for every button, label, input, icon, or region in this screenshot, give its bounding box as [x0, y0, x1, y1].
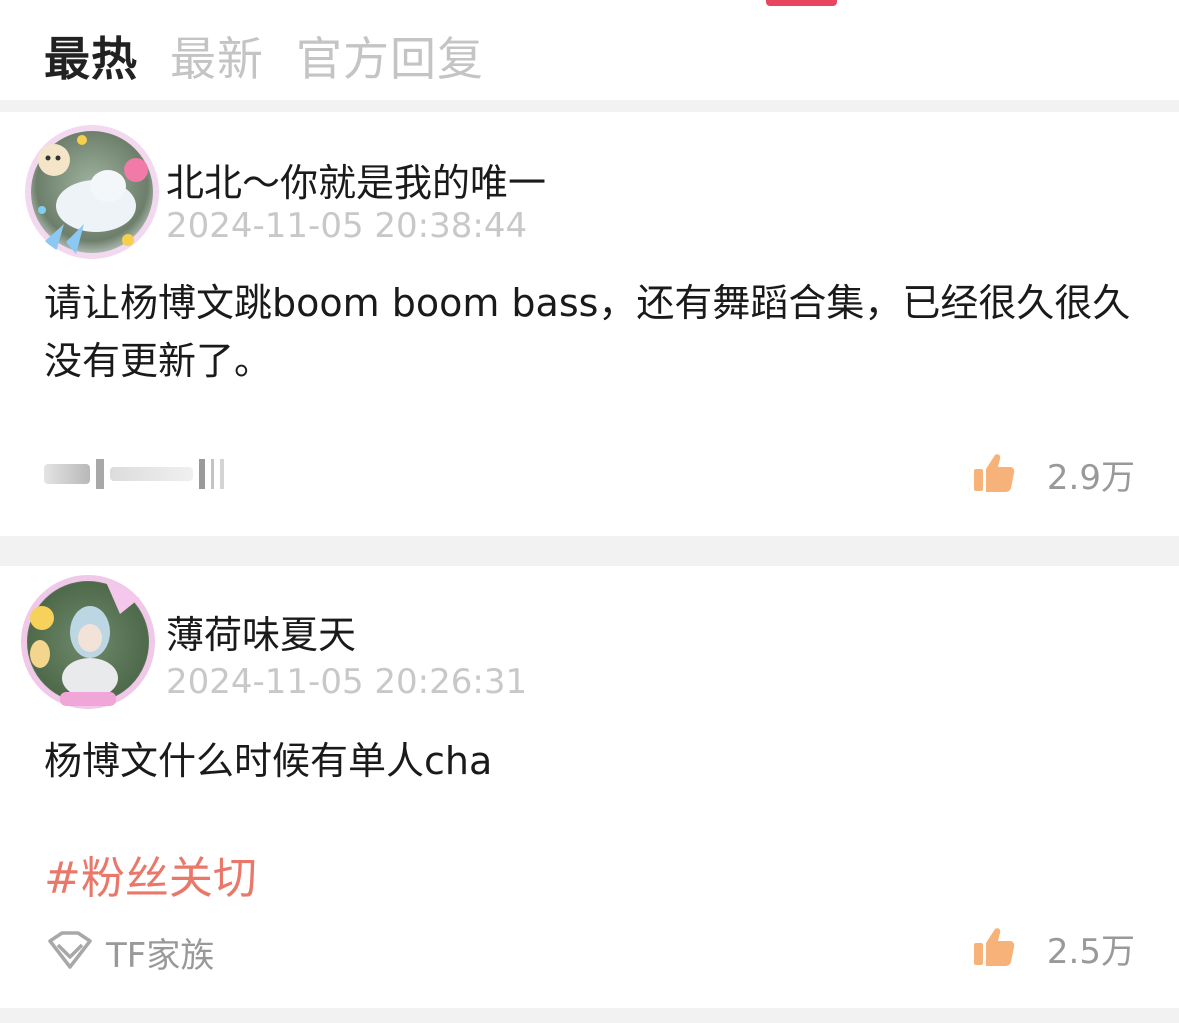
- comment-text: 杨博文什么时候有单人cha: [44, 739, 493, 783]
- avatar[interactable]: [24, 124, 160, 260]
- active-indicator: [766, 0, 837, 6]
- source-tag[interactable]: TF家族: [44, 928, 214, 977]
- thumbs-up-icon: [973, 927, 1015, 971]
- hashtag-link[interactable]: #粉丝关切: [44, 842, 257, 906]
- tab-newest[interactable]: 最新: [170, 23, 264, 89]
- thumbs-up-icon: [973, 453, 1015, 497]
- username[interactable]: 薄荷味夏天: [166, 604, 356, 659]
- tab-hottest[interactable]: 最热: [44, 23, 138, 89]
- like-button[interactable]: 2.5万: [973, 924, 1135, 973]
- like-count: 2.9万: [1046, 458, 1135, 498]
- avatar[interactable]: [20, 574, 156, 710]
- timestamp: 2024-11-05 20:26:31: [166, 662, 528, 702]
- avatar-image: [25, 125, 159, 259]
- source-label: TF家族: [106, 936, 215, 976]
- like-button[interactable]: 2.9万: [973, 450, 1135, 499]
- timestamp: 2024-11-05 20:38:44: [166, 206, 528, 246]
- comment-card: 北北～你就是我的唯一 2024-11-05 20:38:44 请让杨博文跳boo…: [0, 112, 1179, 536]
- diamond-logo-icon: [44, 930, 96, 975]
- divider: [0, 536, 1179, 566]
- sort-tabs: 最热 最新 官方回复: [44, 24, 484, 88]
- divider: [0, 100, 1179, 112]
- tab-official-reply[interactable]: 官方回复: [296, 23, 484, 89]
- comment-text: 请让杨博文跳boom boom bass，还有舞蹈合集，已经很久很久没有更新了。: [44, 281, 1131, 383]
- username[interactable]: 北北～你就是我的唯一: [166, 152, 546, 207]
- redacted-source: [44, 457, 224, 491]
- avatar-image: [21, 575, 155, 709]
- like-count: 2.5万: [1046, 932, 1135, 972]
- comment-card: 薄荷味夏天 2024-11-05 20:26:31 杨博文什么时候有单人cha …: [0, 566, 1179, 1008]
- divider: [0, 1008, 1179, 1023]
